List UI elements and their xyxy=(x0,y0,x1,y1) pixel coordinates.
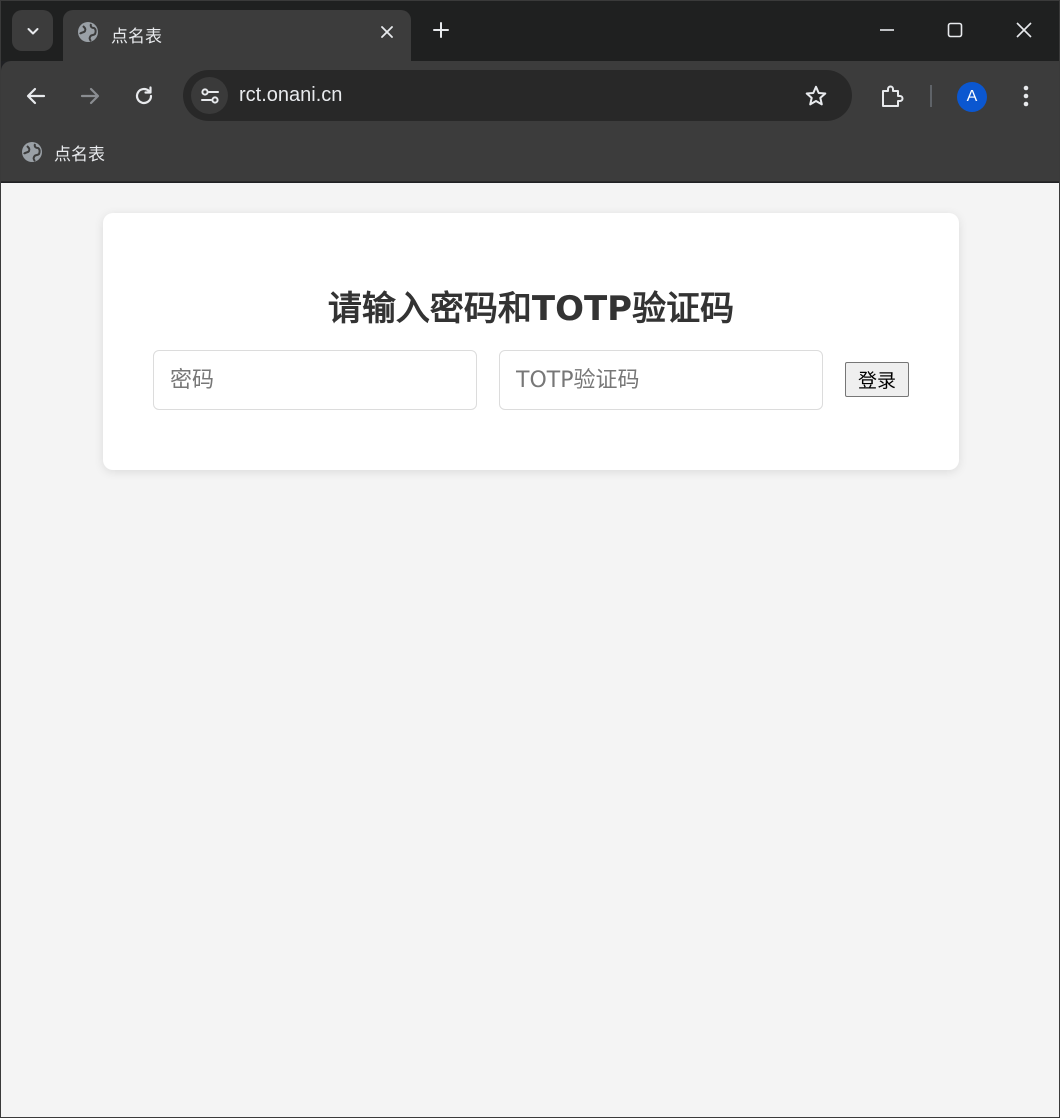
address-bar[interactable]: rct.onani.cn xyxy=(183,70,852,121)
bookmark-item[interactable]: 点名表 xyxy=(21,140,105,165)
login-card: 请输入密码和TOTP验证码 登录 xyxy=(103,213,959,470)
tab-title: 点名表 xyxy=(111,27,162,47)
close-window-button[interactable] xyxy=(1009,15,1039,45)
puzzle-icon xyxy=(879,83,905,109)
tab-search-button[interactable] xyxy=(12,10,53,51)
bookmark-label: 点名表 xyxy=(54,144,105,165)
maximize-button[interactable] xyxy=(940,15,970,45)
extensions-button[interactable] xyxy=(877,81,907,111)
chevron-down-icon xyxy=(25,23,41,39)
maximize-icon xyxy=(947,22,963,38)
arrow-left-icon xyxy=(25,85,47,107)
globe-icon xyxy=(77,21,99,43)
minimize-icon xyxy=(879,22,895,38)
login-button[interactable]: 登录 xyxy=(845,362,909,397)
page-title: 请输入密码和TOTP验证码 xyxy=(327,289,735,329)
profile-avatar[interactable]: A xyxy=(957,82,987,112)
totp-field[interactable] xyxy=(499,350,823,410)
plus-icon xyxy=(432,21,450,39)
forward-button[interactable] xyxy=(75,81,105,111)
toolbar-divider xyxy=(930,85,932,107)
close-icon[interactable] xyxy=(375,20,399,44)
back-button[interactable] xyxy=(21,81,51,111)
url-text[interactable]: rct.onani.cn xyxy=(239,84,342,107)
menu-button[interactable] xyxy=(1011,81,1041,111)
star-icon xyxy=(804,84,828,108)
minimize-button[interactable] xyxy=(872,15,902,45)
kebab-menu-icon xyxy=(1023,84,1029,108)
password-field[interactable] xyxy=(153,350,477,410)
site-info-button[interactable] xyxy=(191,77,228,114)
browser-window: 点名表 rct.onani.cn A 点名表 请输入密码和TOTP验证码 TOT… xyxy=(0,0,1060,1118)
tab-active[interactable]: 点名表 xyxy=(63,10,411,61)
new-tab-button[interactable] xyxy=(427,16,455,44)
reload-button[interactable] xyxy=(129,81,159,111)
tab-strip: 点名表 xyxy=(1,1,1059,61)
close-icon xyxy=(1016,22,1032,38)
arrow-right-icon xyxy=(79,85,101,107)
navigation-toolbar: rct.onani.cn A xyxy=(1,61,1059,131)
globe-icon xyxy=(21,141,43,163)
bookmarks-bar: 点名表 xyxy=(1,131,1059,182)
tune-icon xyxy=(199,85,221,107)
bookmark-star-button[interactable] xyxy=(801,81,831,111)
page-viewport: 请输入密码和TOTP验证码 登录 xyxy=(1,183,1059,1117)
reload-icon xyxy=(133,85,155,107)
